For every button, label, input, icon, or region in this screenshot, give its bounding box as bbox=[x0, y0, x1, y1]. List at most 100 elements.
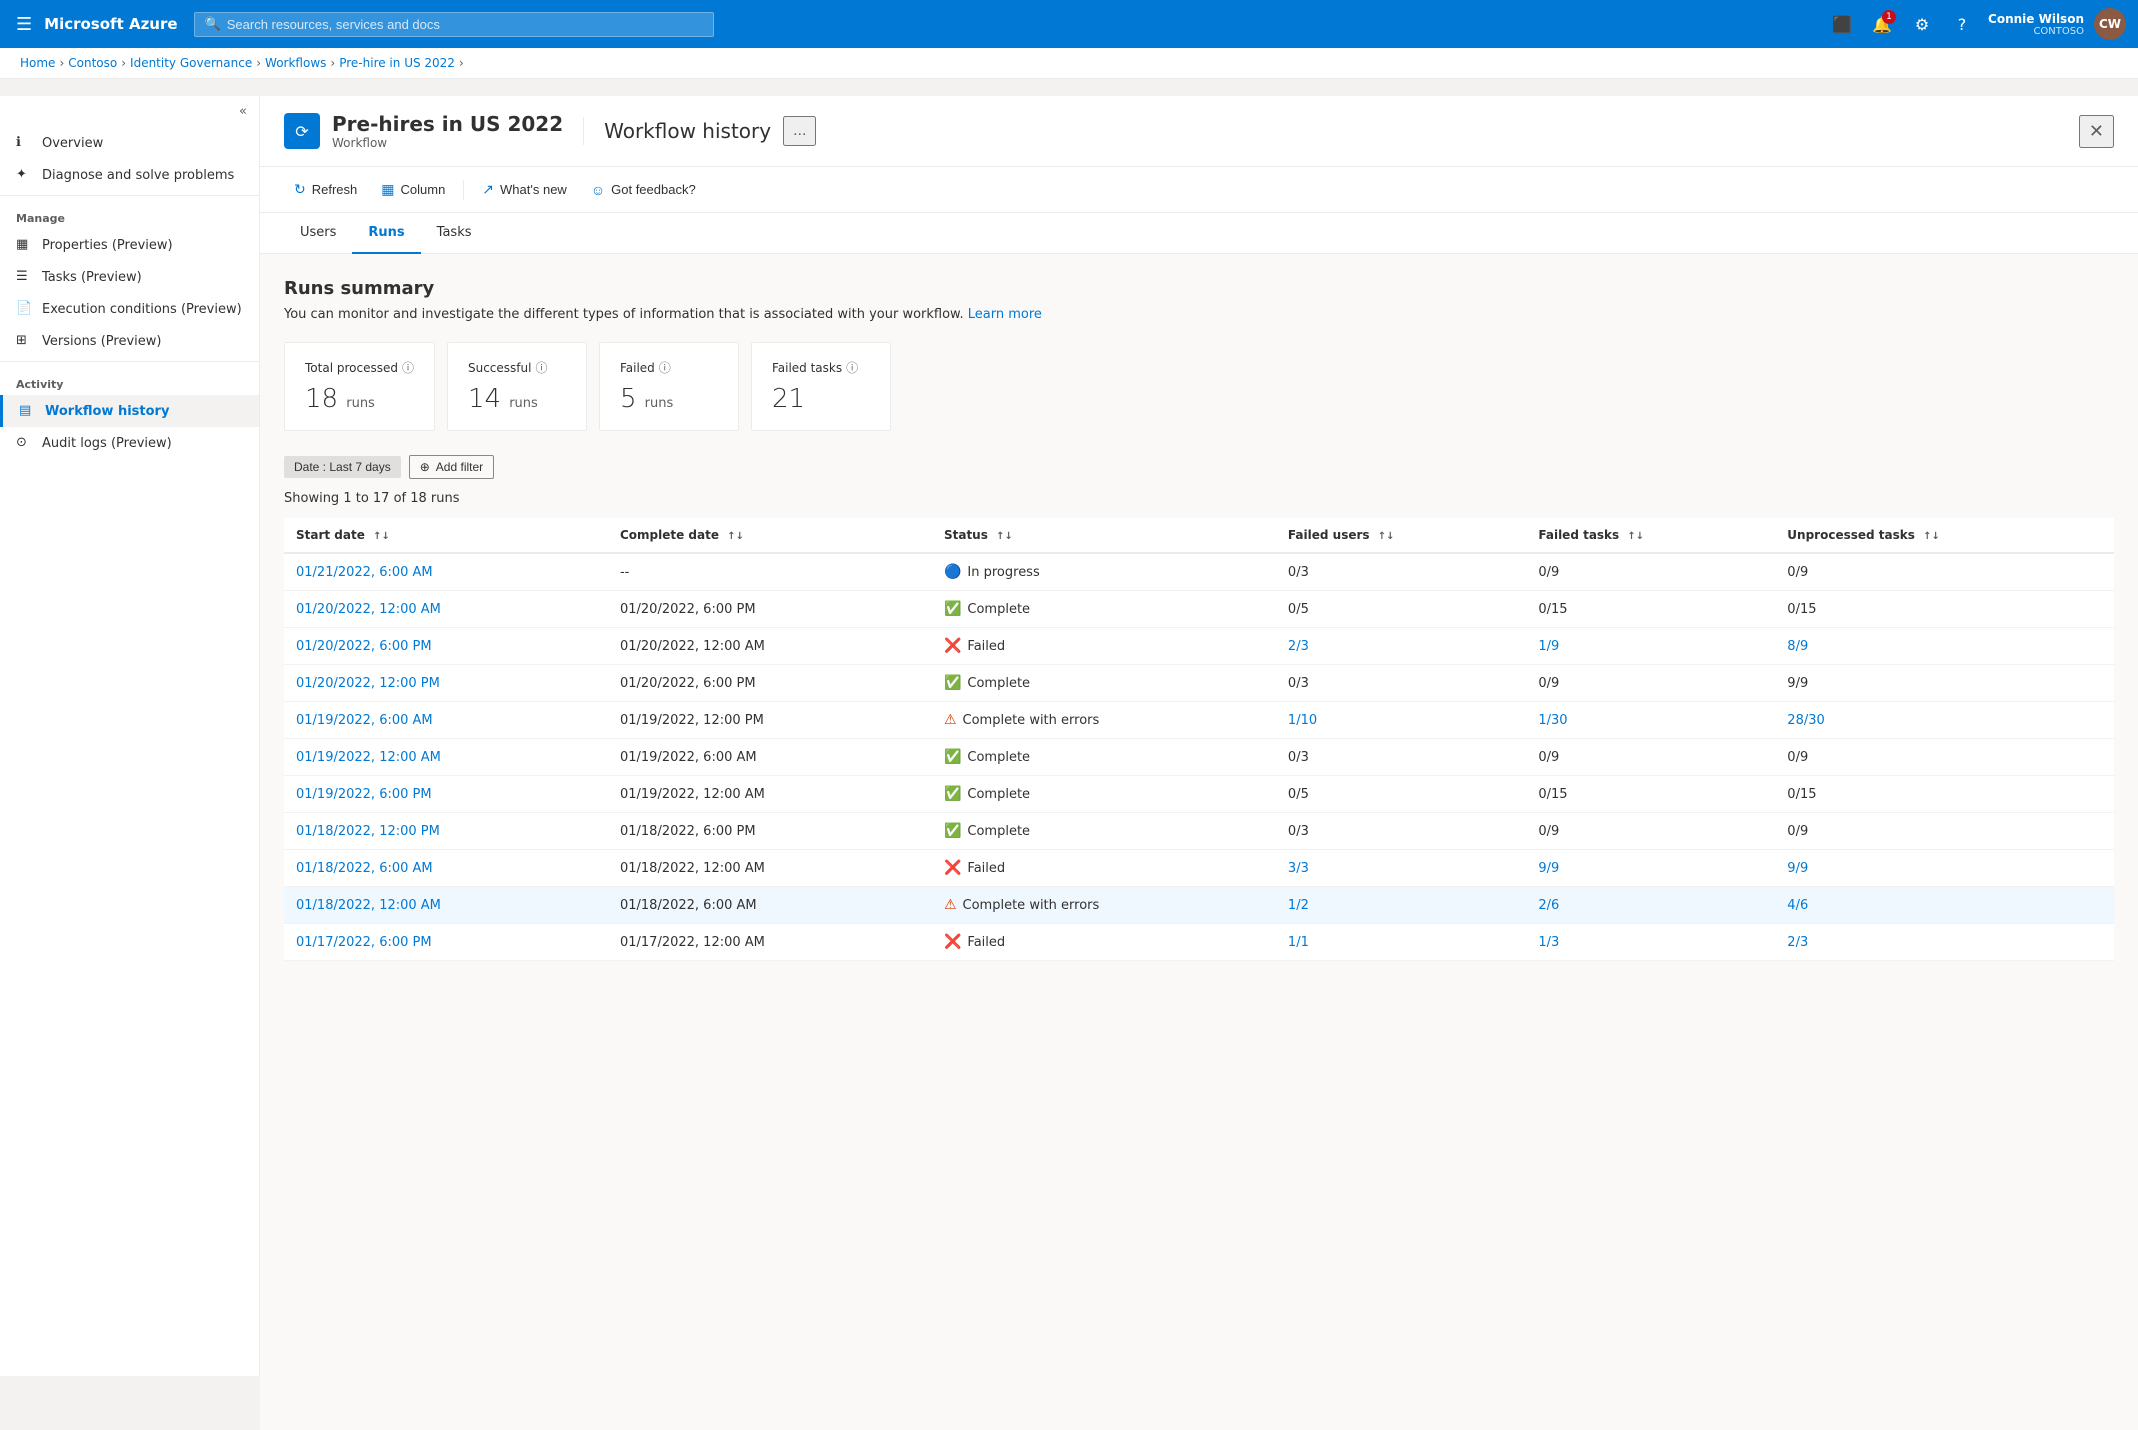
tab-users[interactable]: Users bbox=[284, 213, 352, 254]
start-date-link[interactable]: 01/21/2022, 6:00 AM bbox=[296, 565, 433, 580]
card-label-successful: Successful ⓘ bbox=[468, 359, 566, 376]
manage-section-label: Manage bbox=[0, 200, 259, 229]
info-icon-failed[interactable]: ⓘ bbox=[659, 359, 671, 376]
cloud-shell-button[interactable]: ⬛ bbox=[1824, 6, 1860, 42]
start-date-link[interactable]: 01/18/2022, 6:00 AM bbox=[296, 861, 433, 876]
hamburger-menu[interactable]: ☰ bbox=[12, 10, 36, 39]
sidebar-item-properties[interactable]: ▦ Properties (Preview) bbox=[0, 229, 259, 261]
unprocessed-value: 0/9 bbox=[1787, 824, 1808, 839]
add-filter-button[interactable]: ⊕ Add filter bbox=[409, 455, 494, 479]
sidebar-item-workflow-history[interactable]: ▤ Workflow history bbox=[0, 395, 259, 427]
col-unprocessed-tasks[interactable]: Unprocessed tasks ↑↓ bbox=[1775, 518, 2114, 553]
card-label-failed-tasks: Failed tasks ⓘ bbox=[772, 359, 870, 376]
sidebar-item-execution[interactable]: 📄 Execution conditions (Preview) bbox=[0, 293, 259, 325]
failed-tasks-link[interactable]: 1/30 bbox=[1538, 713, 1567, 728]
sidebar-item-tasks[interactable]: ☰ Tasks (Preview) bbox=[0, 261, 259, 293]
help-button[interactable]: ? bbox=[1944, 6, 1980, 42]
page-title: Pre-hires in US 2022 bbox=[332, 112, 563, 136]
table-row[interactable]: 01/18/2022, 12:00 PM 01/18/2022, 6:00 PM… bbox=[284, 813, 2114, 850]
status-cell: ✅ Complete bbox=[944, 749, 1264, 765]
unprocessed-value: 0/15 bbox=[1787, 787, 1816, 802]
table-row[interactable]: 01/19/2022, 12:00 AM 01/19/2022, 6:00 AM… bbox=[284, 739, 2114, 776]
table-row[interactable]: 01/18/2022, 6:00 AM 01/18/2022, 12:00 AM… bbox=[284, 850, 2114, 887]
date-filter-chip[interactable]: Date : Last 7 days bbox=[284, 456, 401, 478]
column-button[interactable]: ▦ Column bbox=[371, 175, 455, 204]
sidebar-item-label: Tasks (Preview) bbox=[42, 270, 142, 285]
failed-users-value: 0/3 bbox=[1288, 676, 1309, 691]
search-icon: 🔍 bbox=[205, 17, 221, 32]
user-info[interactable]: Connie Wilson CONTOSO bbox=[1988, 12, 2084, 37]
failed-tasks-link[interactable]: 9/9 bbox=[1538, 861, 1559, 876]
col-failed-users[interactable]: Failed users ↑↓ bbox=[1276, 518, 1526, 553]
sidebar: « ℹ Overview ✦ Diagnose and solve proble… bbox=[0, 96, 260, 1376]
search-bar[interactable]: 🔍 bbox=[194, 12, 714, 37]
table-row[interactable]: 01/17/2022, 6:00 PM 01/17/2022, 12:00 AM… bbox=[284, 924, 2114, 961]
ellipsis-button[interactable]: ... bbox=[783, 116, 816, 146]
info-icon-successful[interactable]: ⓘ bbox=[535, 359, 547, 376]
failed-users-link[interactable]: 1/2 bbox=[1288, 898, 1309, 913]
start-date-link[interactable]: 01/20/2022, 12:00 PM bbox=[296, 676, 440, 691]
col-complete-date[interactable]: Complete date ↑↓ bbox=[608, 518, 932, 553]
start-date-link[interactable]: 01/20/2022, 12:00 AM bbox=[296, 602, 441, 617]
breadcrumb-identity-governance[interactable]: Identity Governance bbox=[130, 56, 252, 70]
failed-users-link[interactable]: 1/1 bbox=[1288, 935, 1309, 950]
status-cell: ✅ Complete bbox=[944, 823, 1264, 839]
table-row[interactable]: 01/18/2022, 12:00 AM 01/18/2022, 6:00 AM… bbox=[284, 887, 2114, 924]
sidebar-collapse-button[interactable]: « bbox=[0, 96, 259, 127]
status-text: Failed bbox=[967, 935, 1005, 950]
status-text: Complete bbox=[967, 602, 1030, 617]
status-text: Complete with errors bbox=[963, 898, 1100, 913]
table-row[interactable]: 01/20/2022, 12:00 AM 01/20/2022, 6:00 PM… bbox=[284, 591, 2114, 628]
sidebar-item-audit-logs[interactable]: ⊙ Audit logs (Preview) bbox=[0, 427, 259, 459]
settings-button[interactable]: ⚙ bbox=[1904, 6, 1940, 42]
start-date-link[interactable]: 01/19/2022, 12:00 AM bbox=[296, 750, 441, 765]
feedback-button[interactable]: ☺ Got feedback? bbox=[581, 176, 706, 204]
status-cell: ✅ Complete bbox=[944, 601, 1264, 617]
whats-new-button[interactable]: ↗ What's new bbox=[472, 175, 577, 204]
breadcrumb-prehire[interactable]: Pre-hire in US 2022 bbox=[339, 56, 455, 70]
start-date-link[interactable]: 01/19/2022, 6:00 PM bbox=[296, 787, 432, 802]
unprocessed-link[interactable]: 2/3 bbox=[1787, 935, 1808, 950]
notifications-button[interactable]: 🔔 1 bbox=[1864, 6, 1900, 42]
table-row[interactable]: 01/20/2022, 12:00 PM 01/20/2022, 6:00 PM… bbox=[284, 665, 2114, 702]
start-date-link[interactable]: 01/20/2022, 6:00 PM bbox=[296, 639, 432, 654]
unprocessed-link[interactable]: 28/30 bbox=[1787, 713, 1824, 728]
info-icon-failed-tasks[interactable]: ⓘ bbox=[846, 359, 858, 376]
failed-users-link[interactable]: 2/3 bbox=[1288, 639, 1309, 654]
breadcrumb-contoso[interactable]: Contoso bbox=[68, 56, 117, 70]
col-status[interactable]: Status ↑↓ bbox=[932, 518, 1276, 553]
tab-runs[interactable]: Runs bbox=[352, 213, 420, 254]
search-input[interactable] bbox=[227, 17, 703, 32]
col-failed-tasks[interactable]: Failed tasks ↑↓ bbox=[1526, 518, 1775, 553]
refresh-button[interactable]: ↻ Refresh bbox=[284, 175, 367, 204]
failed-tasks-link[interactable]: 2/6 bbox=[1538, 898, 1559, 913]
sidebar-item-versions[interactable]: ⊞ Versions (Preview) bbox=[0, 325, 259, 357]
close-button[interactable]: ✕ bbox=[2079, 115, 2114, 148]
breadcrumb-workflows[interactable]: Workflows bbox=[265, 56, 326, 70]
table-row[interactable]: 01/21/2022, 6:00 AM -- 🔵 In progress 0/3… bbox=[284, 553, 2114, 591]
start-date-link[interactable]: 01/19/2022, 6:00 AM bbox=[296, 713, 433, 728]
failed-users-link[interactable]: 1/10 bbox=[1288, 713, 1317, 728]
start-date-link[interactable]: 01/17/2022, 6:00 PM bbox=[296, 935, 432, 950]
sidebar-item-label: Overview bbox=[42, 136, 103, 151]
table-row[interactable]: 01/20/2022, 6:00 PM 01/20/2022, 12:00 AM… bbox=[284, 628, 2114, 665]
toolbar-separator bbox=[463, 180, 464, 200]
breadcrumb-home[interactable]: Home bbox=[20, 56, 55, 70]
unprocessed-link[interactable]: 8/9 bbox=[1787, 639, 1808, 654]
col-start-date[interactable]: Start date ↑↓ bbox=[284, 518, 608, 553]
unprocessed-link[interactable]: 4/6 bbox=[1787, 898, 1808, 913]
info-icon-total[interactable]: ⓘ bbox=[402, 359, 414, 376]
table-row[interactable]: 01/19/2022, 6:00 AM 01/19/2022, 12:00 PM… bbox=[284, 702, 2114, 739]
unprocessed-link[interactable]: 9/9 bbox=[1787, 861, 1808, 876]
failed-tasks-link[interactable]: 1/9 bbox=[1538, 639, 1559, 654]
failed-tasks-link[interactable]: 1/3 bbox=[1538, 935, 1559, 950]
avatar[interactable]: CW bbox=[2094, 8, 2126, 40]
learn-more-link[interactable]: Learn more bbox=[968, 307, 1042, 322]
start-date-link[interactable]: 01/18/2022, 12:00 PM bbox=[296, 824, 440, 839]
sidebar-item-diagnose[interactable]: ✦ Diagnose and solve problems bbox=[0, 159, 259, 191]
table-row[interactable]: 01/19/2022, 6:00 PM 01/19/2022, 12:00 AM… bbox=[284, 776, 2114, 813]
sidebar-item-overview[interactable]: ℹ Overview bbox=[0, 127, 259, 159]
tab-tasks[interactable]: Tasks bbox=[421, 213, 488, 254]
failed-users-link[interactable]: 3/3 bbox=[1288, 861, 1309, 876]
start-date-link[interactable]: 01/18/2022, 12:00 AM bbox=[296, 898, 441, 913]
